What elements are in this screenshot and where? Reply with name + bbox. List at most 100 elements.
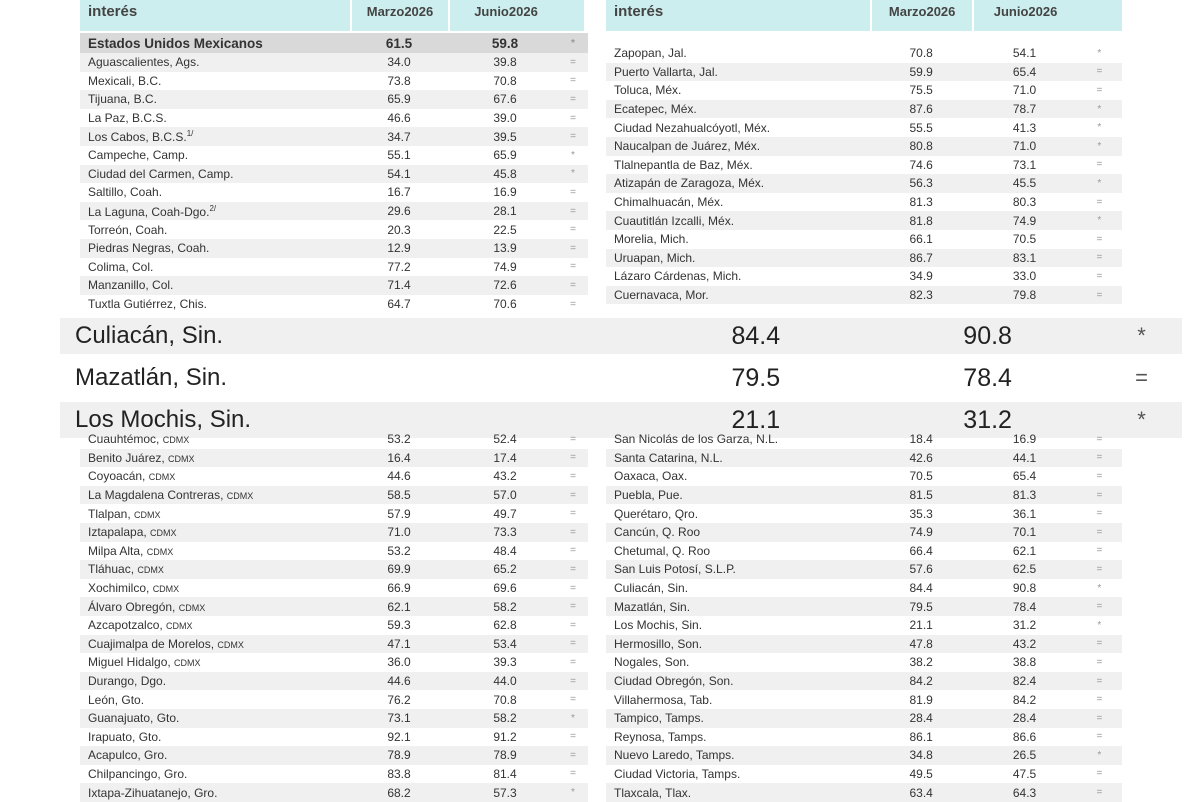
table-row: Irapuato, Gto. 92.1 91.2 = bbox=[80, 728, 588, 747]
value-june: 74.9 bbox=[493, 259, 517, 274]
table-row: Chetumal, Q. Roo 66.4 62.1 = bbox=[606, 542, 1122, 561]
city-name: Miguel Hidalgo, CDMX bbox=[88, 655, 201, 670]
value-march: 65.9 bbox=[387, 92, 411, 107]
significance-mark: = bbox=[570, 75, 576, 87]
value-march: 34.8 bbox=[909, 748, 933, 763]
value-june: 78.4 bbox=[1012, 599, 1037, 614]
table-row: Naucalpan de Juárez, Méx. 80.8 71.0 * bbox=[606, 136, 1122, 156]
city-name: Aguascalientes, Ags. bbox=[88, 55, 200, 70]
table-row: Iztapalapa, CDMX 71.0 73.3 = bbox=[80, 522, 588, 542]
significance-mark: * bbox=[1097, 582, 1102, 594]
table-row: Los Cabos, B.C.S.1/34.7 39.5 = bbox=[80, 127, 588, 146]
city-name: Tlalpan, CDMX bbox=[88, 506, 161, 521]
table-row: Xochimilco, CDMX 66.9 69.6 = bbox=[80, 579, 588, 598]
value-june: 78.9 bbox=[493, 748, 517, 763]
value-june: 54.1 bbox=[1012, 46, 1037, 61]
value-june: 70.5 bbox=[1012, 232, 1037, 247]
significance-mark: = bbox=[1096, 196, 1103, 208]
significance-mark: = bbox=[570, 694, 576, 706]
value-june: 13.9 bbox=[493, 241, 517, 256]
significance-mark: = bbox=[570, 768, 576, 780]
value-march: 74.9 bbox=[909, 525, 933, 540]
significance-mark: = bbox=[1096, 84, 1103, 96]
value-march: 58.5 bbox=[387, 488, 411, 503]
significance-mark: = bbox=[1096, 470, 1103, 482]
table-row: Tampico, Tamps. 28.4 28.4 = bbox=[606, 708, 1122, 728]
value-march: 55.5 bbox=[909, 120, 933, 135]
city-name: Zapopan, Jal. bbox=[614, 46, 687, 61]
significance-mark: = bbox=[570, 731, 576, 743]
value-march: 86.7 bbox=[909, 250, 933, 265]
significance-mark: * bbox=[1097, 619, 1102, 631]
value-march: 66.1 bbox=[909, 232, 933, 247]
value-march: 84.4 bbox=[909, 581, 933, 596]
value-june: 47.5 bbox=[1012, 766, 1037, 781]
value-june: 62.8 bbox=[493, 618, 517, 633]
table-row: Benito Juárez, CDMX 16.4 17.4 = bbox=[80, 448, 588, 468]
table-row: Milpa Alta, CDMX 53.2 48.4 = bbox=[80, 542, 588, 561]
significance-mark: = bbox=[570, 675, 576, 687]
value-march: 44.6 bbox=[387, 674, 411, 689]
value-june: 43.2 bbox=[493, 469, 517, 484]
value-march: 62.1 bbox=[387, 599, 411, 614]
significance-mark: = bbox=[570, 582, 576, 594]
value-june: 49.7 bbox=[493, 506, 517, 521]
value-june: 58.2 bbox=[493, 711, 517, 726]
table-row: Hermosillo, Son. 47.8 43.2 = bbox=[606, 634, 1122, 654]
city-name: Los Mochis, Sin. bbox=[614, 618, 703, 633]
value-march: 61.5 bbox=[385, 35, 413, 51]
city-name: Milpa Alta, CDMX bbox=[88, 543, 174, 558]
significance-mark: = bbox=[570, 112, 576, 124]
city-name: San Luis Potosí, S.L.P. bbox=[614, 562, 736, 577]
city-name: Coyoacán, CDMX bbox=[88, 469, 176, 484]
value-june: 38.8 bbox=[1012, 655, 1037, 670]
header-city: interés bbox=[606, 0, 870, 31]
value-june: 45.8 bbox=[493, 166, 517, 181]
table-row: Azcapotzalco, CDMX 59.3 62.8 = bbox=[80, 616, 588, 635]
value-march: 86.1 bbox=[909, 729, 933, 744]
value-march: 76.2 bbox=[387, 692, 411, 707]
value-march: 28.4 bbox=[909, 711, 933, 726]
table-row: Lázaro Cárdenas, Mich. 34.9 33.0 = bbox=[606, 267, 1122, 286]
city-name: Cuajimalpa de Morelos, CDMX bbox=[88, 636, 244, 651]
table-right-bottom: San Nicolás de los Garza, N.L. 18.4 16.9 = S… bbox=[606, 430, 1122, 802]
value-june: 57.0 bbox=[493, 488, 517, 503]
table-row: Ixtapa-Zihuatanejo, Gro. 68.2 57.3 * bbox=[80, 783, 588, 802]
table-left: interés Marzo 2026 Junio 2026 Estados Unid… bbox=[80, 0, 588, 313]
value-march: 12.9 bbox=[387, 241, 411, 256]
value-march: 47.8 bbox=[909, 636, 933, 651]
significance-mark: = bbox=[1096, 731, 1103, 743]
value-march: 83.8 bbox=[387, 766, 411, 781]
significance-mark: = bbox=[1096, 768, 1103, 780]
value-march: 80.8 bbox=[909, 139, 933, 154]
significance-mark: = bbox=[570, 656, 576, 668]
value-march: 44.6 bbox=[387, 469, 411, 484]
table-row: Querétaro, Qro. 35.3 36.1 = bbox=[606, 504, 1122, 523]
table-row: Ciudad Obregón, Son. 84.2 82.4 = bbox=[606, 671, 1122, 691]
value-march: 42.6 bbox=[909, 450, 933, 465]
city-name: Colima, Col. bbox=[88, 259, 154, 274]
table-row: La Laguna, Coah-Dgo.2/29.6 28.1 = bbox=[80, 201, 588, 221]
value-march: 92.1 bbox=[387, 729, 411, 744]
value-june: 74.9 bbox=[1012, 213, 1037, 228]
value-june: 58.2 bbox=[493, 599, 517, 614]
value-june: 91.2 bbox=[493, 729, 517, 744]
table-row: Cancún, Q. Roo 74.9 70.1 = bbox=[606, 522, 1122, 542]
city-name: Acapulco, Gro. bbox=[88, 748, 168, 763]
value-june: 64.3 bbox=[1012, 785, 1037, 800]
value-march: 56.3 bbox=[909, 176, 933, 191]
value-march: 81.5 bbox=[909, 488, 933, 503]
city-name: Ciudad Obregón, Son. bbox=[614, 674, 734, 689]
city-name: Álvaro Obregón, CDMX bbox=[88, 599, 206, 614]
zoomed-highlight: Culiacán, Sin. 84.4 90.8 * Mazatlán, Sin. 79.… bbox=[0, 312, 1200, 438]
value-june: 39.0 bbox=[493, 111, 517, 126]
city-name: Mexicali, B.C. bbox=[88, 73, 162, 88]
significance-mark: = bbox=[1096, 675, 1103, 687]
value-june: 67.6 bbox=[493, 92, 517, 107]
value-march: 54.1 bbox=[387, 166, 411, 181]
table-row: Oaxaca, Oax. 70.5 65.4 = bbox=[606, 467, 1122, 486]
value-march: 84.2 bbox=[909, 674, 933, 689]
city-name: Los Cabos, B.C.S.1/ bbox=[88, 129, 194, 145]
significance-mark: = bbox=[1096, 270, 1103, 282]
significance-mark: = bbox=[1096, 638, 1103, 650]
